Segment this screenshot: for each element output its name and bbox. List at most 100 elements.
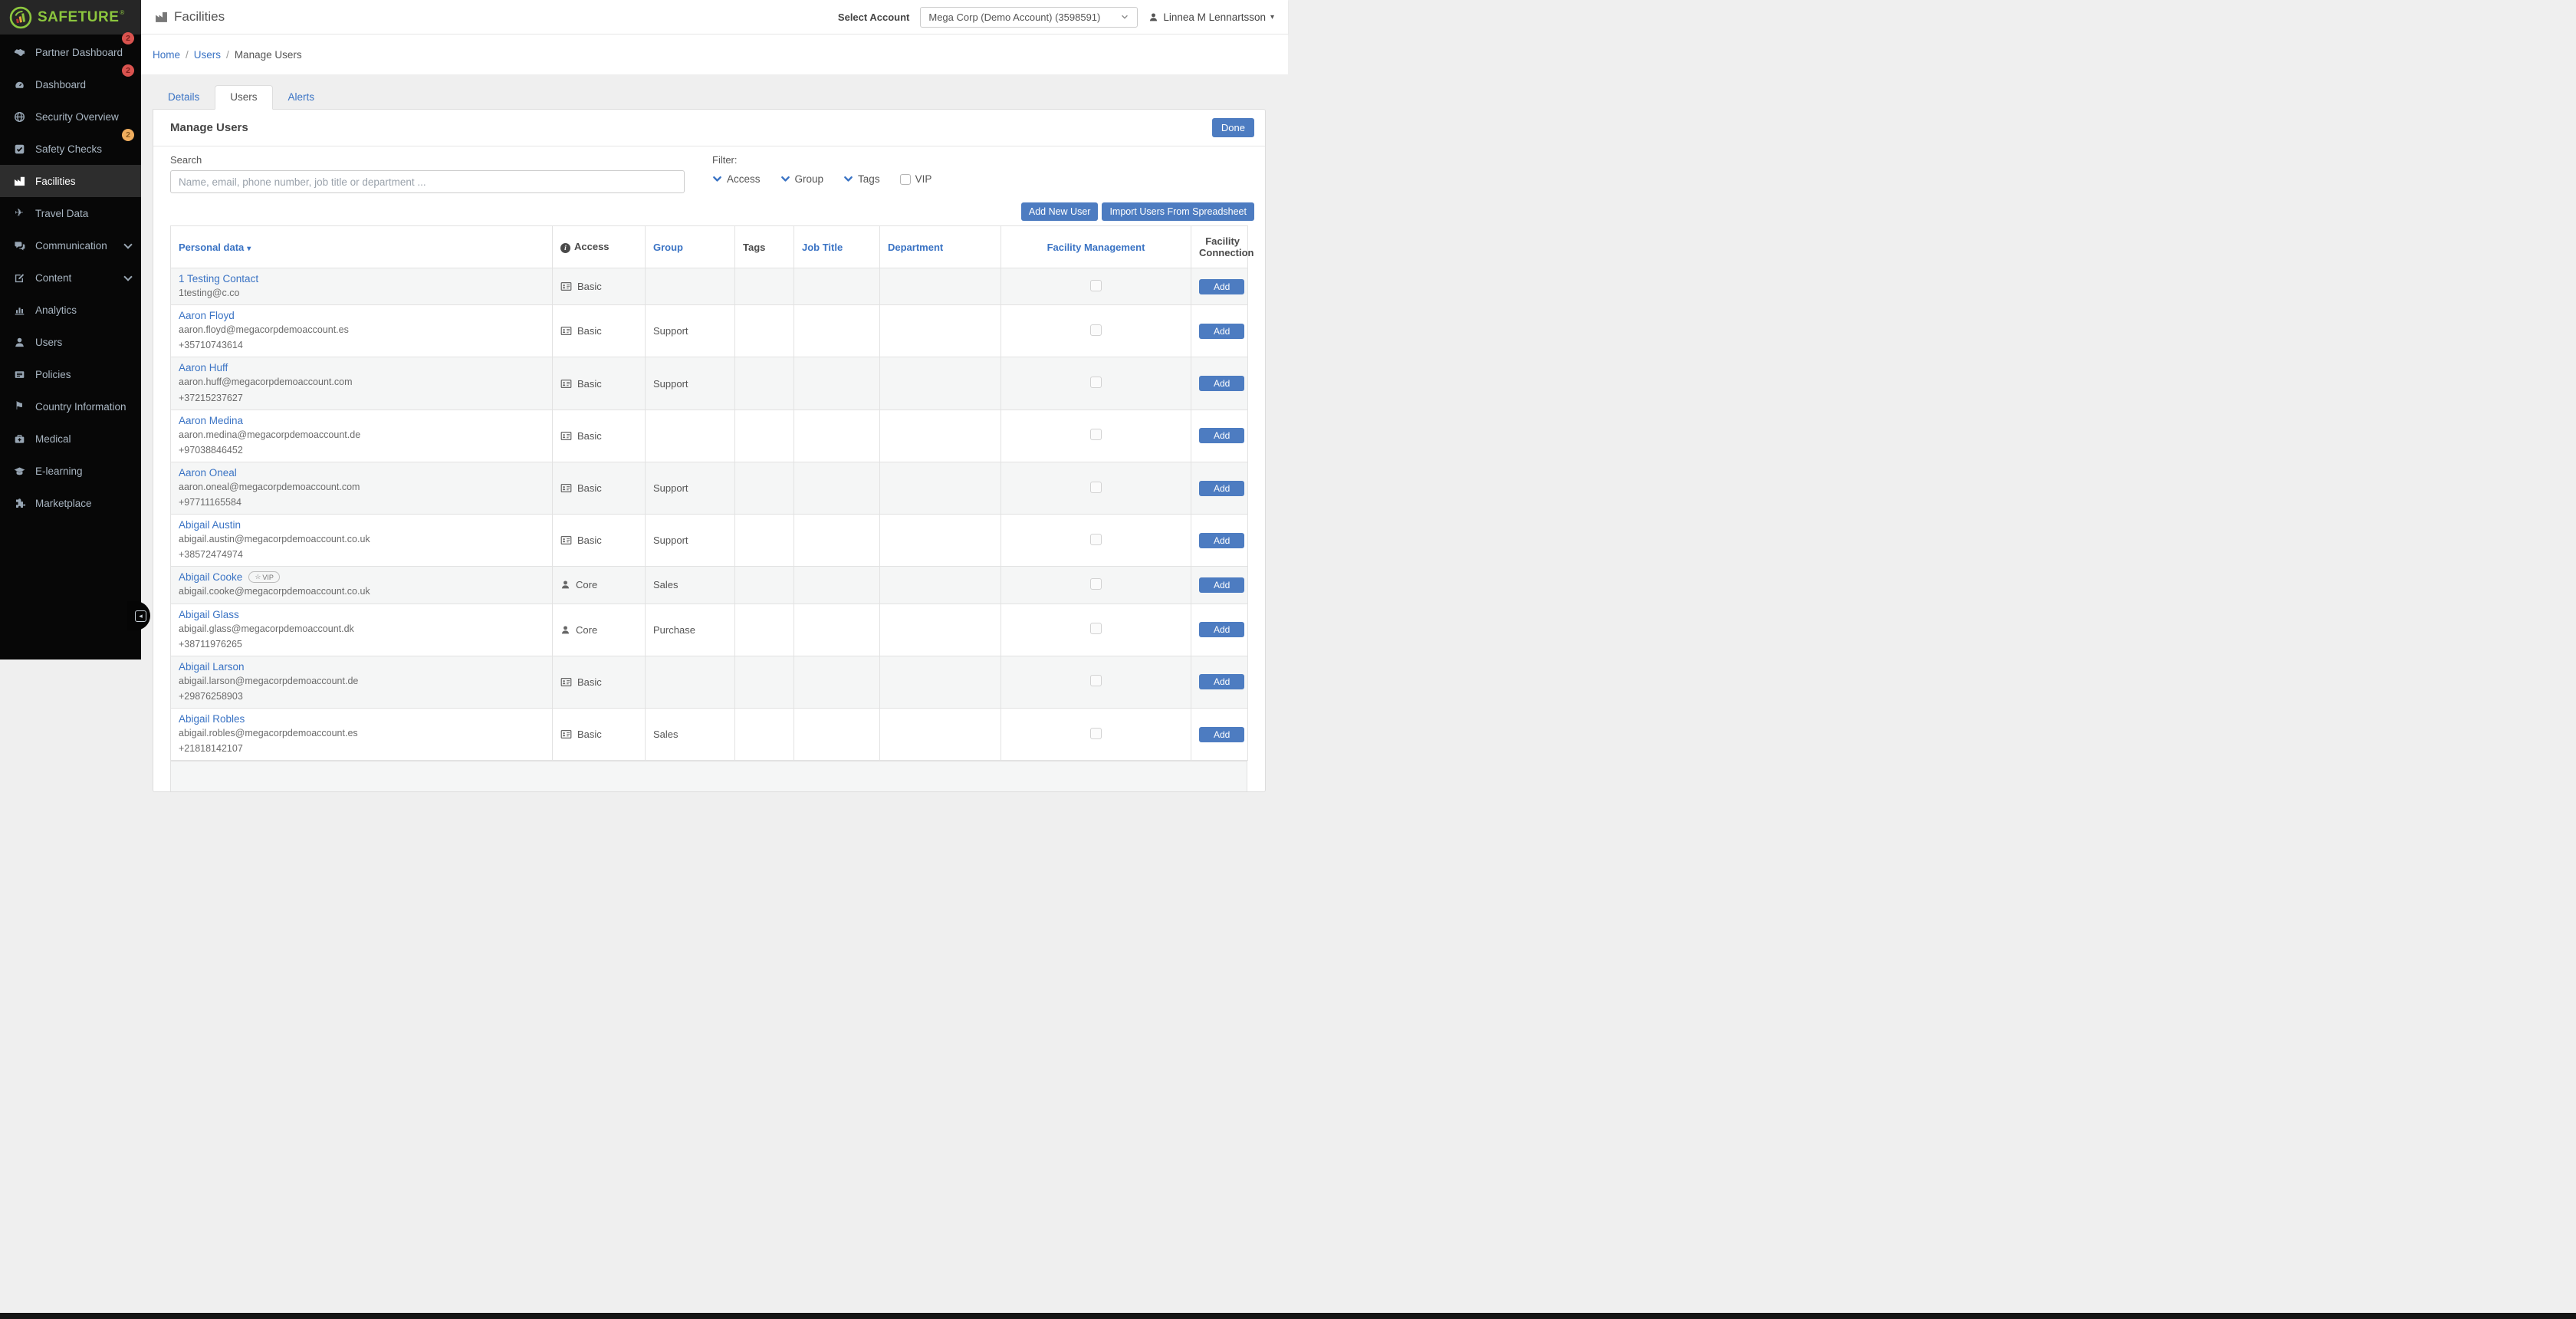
id-card-icon <box>560 281 572 292</box>
sidebar-item-label: Users <box>35 337 62 348</box>
notification-badge: 2 <box>122 129 134 141</box>
facility-management-checkbox[interactable] <box>1090 377 1102 388</box>
add-facility-connection-button[interactable]: Add <box>1199 324 1244 339</box>
user-tags <box>735 462 794 514</box>
add-facility-connection-button[interactable]: Add <box>1199 727 1244 742</box>
column-header-job-title[interactable]: Job Title <box>794 226 880 268</box>
add-facility-connection-button[interactable]: Add <box>1199 481 1244 496</box>
user-job-title <box>794 709 880 761</box>
add-facility-connection-button[interactable]: Add <box>1199 533 1244 548</box>
tab-users[interactable]: Users <box>215 85 272 110</box>
tab-bar: DetailsUsersAlerts <box>153 85 1266 109</box>
account-select[interactable]: Mega Corp (Demo Account) (3598591) <box>920 7 1138 28</box>
tab-alerts[interactable]: Alerts <box>273 85 330 109</box>
sidebar-item-medical[interactable]: Medical <box>0 423 141 455</box>
user-group: Support <box>646 515 735 567</box>
filter-group[interactable]: Group <box>780 173 824 185</box>
access-level: Basic <box>560 378 637 390</box>
sidebar-item-country-information[interactable]: ⚑Country Information <box>0 390 141 423</box>
user-name-link[interactable]: Aaron Oneal <box>179 467 237 479</box>
sidebar-item-e-learning[interactable]: E-learning <box>0 455 141 487</box>
search-input[interactable] <box>170 170 685 193</box>
tab-details[interactable]: Details <box>153 85 215 109</box>
user-row-abigail-glass: Abigail Glass abigail.glass@megacorpdemoa… <box>171 604 1248 656</box>
sidebar-item-partner-dashboard[interactable]: Partner Dashboard2 <box>0 36 141 68</box>
user-name-link[interactable]: Abigail Glass <box>179 609 239 620</box>
add-facility-connection-button[interactable]: Add <box>1199 279 1244 294</box>
column-header-facility-management[interactable]: Facility Management <box>1001 226 1191 268</box>
user-department <box>880 604 1001 656</box>
user-group: Support <box>646 305 735 357</box>
add-facility-connection-button[interactable]: Add <box>1199 674 1244 689</box>
access-level: Basic <box>560 535 637 546</box>
facility-management-checkbox[interactable] <box>1090 675 1102 686</box>
vip-checkbox[interactable] <box>900 174 911 185</box>
user-name-link[interactable]: Aaron Medina <box>179 415 243 426</box>
puzzle-icon <box>12 498 26 509</box>
user-name-link[interactable]: Abigail Cooke <box>179 571 242 583</box>
main-area: Facilities Select Account Mega Corp (Dem… <box>141 0 1288 792</box>
facility-management-checkbox[interactable] <box>1090 482 1102 493</box>
sidebar-item-dashboard[interactable]: Dashboard2 <box>0 68 141 100</box>
user-email: aaron.medina@megacorpdemoaccount.de <box>179 428 544 442</box>
app-logo[interactable]: SAFETURE ® <box>0 0 141 35</box>
sidebar-item-travel-data[interactable]: ✈Travel Data <box>0 197 141 229</box>
facility-management-checkbox[interactable] <box>1090 578 1102 590</box>
handshake-icon <box>12 47 26 58</box>
filter-tags[interactable]: Tags <box>843 173 880 185</box>
sidebar-item-safety-checks[interactable]: Safety Checks2 <box>0 133 141 165</box>
search-label: Search <box>170 154 685 166</box>
sidebar-item-analytics[interactable]: Analytics <box>0 294 141 326</box>
sidebar-item-facilities[interactable]: Facilities <box>0 165 141 197</box>
comments-icon <box>12 240 26 252</box>
filter-access[interactable]: Access <box>712 173 761 185</box>
import-users-from-spreadsheet-button[interactable]: Import Users From Spreadsheet <box>1102 202 1254 221</box>
add-facility-connection-button[interactable]: Add <box>1199 428 1244 443</box>
user-email: abigail.cooke@megacorpdemoaccount.co.uk <box>179 584 544 598</box>
user-group: Sales <box>646 709 735 761</box>
column-header-personal-data[interactable]: Personal data▾ <box>171 226 553 268</box>
column-header-access: iAccess <box>553 226 646 268</box>
user-email: abigail.glass@megacorpdemoaccount.dk <box>179 622 544 636</box>
facility-management-checkbox[interactable] <box>1090 280 1102 291</box>
facility-management-checkbox[interactable] <box>1090 728 1102 739</box>
filter-vip[interactable]: VIP <box>900 173 932 185</box>
add-facility-connection-button[interactable]: Add <box>1199 577 1244 593</box>
user-phone: +38711976265 <box>179 637 544 651</box>
user-menu[interactable]: Linnea M Lennartsson ▾ <box>1148 12 1274 23</box>
facility-management-checkbox[interactable] <box>1090 623 1102 634</box>
sidebar-item-policies[interactable]: Policies <box>0 358 141 390</box>
graduation-cap-icon <box>12 465 26 477</box>
user-name-link[interactable]: Abigail Larson <box>179 661 245 673</box>
add-facility-connection-button[interactable]: Add <box>1199 376 1244 391</box>
sidebar-item-label: Communication <box>35 240 107 252</box>
user-name-link[interactable]: Abigail Robles <box>179 713 245 725</box>
column-header-department[interactable]: Department <box>880 226 1001 268</box>
facility-management-checkbox[interactable] <box>1090 534 1102 545</box>
access-level: Basic <box>560 676 637 688</box>
sidebar-item-label: Facilities <box>35 176 76 187</box>
sidebar-item-communication[interactable]: Communication <box>0 229 141 261</box>
breadcrumb-home[interactable]: Home <box>153 49 180 61</box>
sidebar-item-users[interactable]: Users <box>0 326 141 358</box>
facility-management-checkbox[interactable] <box>1090 429 1102 440</box>
user-tags <box>735 410 794 462</box>
done-button[interactable]: Done <box>1212 118 1254 137</box>
user-name-link[interactable]: 1 Testing Contact <box>179 273 258 285</box>
access-level: Basic <box>560 482 637 494</box>
breadcrumb-users[interactable]: Users <box>194 49 221 61</box>
add-new-user-button[interactable]: Add New User <box>1021 202 1099 221</box>
sidebar-item-content[interactable]: Content <box>0 261 141 294</box>
facility-management-checkbox[interactable] <box>1090 324 1102 336</box>
user-name-link[interactable]: Aaron Huff <box>179 362 228 373</box>
user-name-link[interactable]: Abigail Austin <box>179 519 241 531</box>
user-phone: +21818142107 <box>179 742 544 755</box>
sidebar-item-marketplace[interactable]: Marketplace <box>0 487 141 519</box>
id-card-icon <box>560 378 572 390</box>
user-tags <box>735 709 794 761</box>
add-facility-connection-button[interactable]: Add <box>1199 622 1244 637</box>
sidebar-item-security-overview[interactable]: Security Overview <box>0 100 141 133</box>
column-header-group[interactable]: Group <box>646 226 735 268</box>
user-name-link[interactable]: Aaron Floyd <box>179 310 235 321</box>
id-card-icon <box>560 482 572 494</box>
